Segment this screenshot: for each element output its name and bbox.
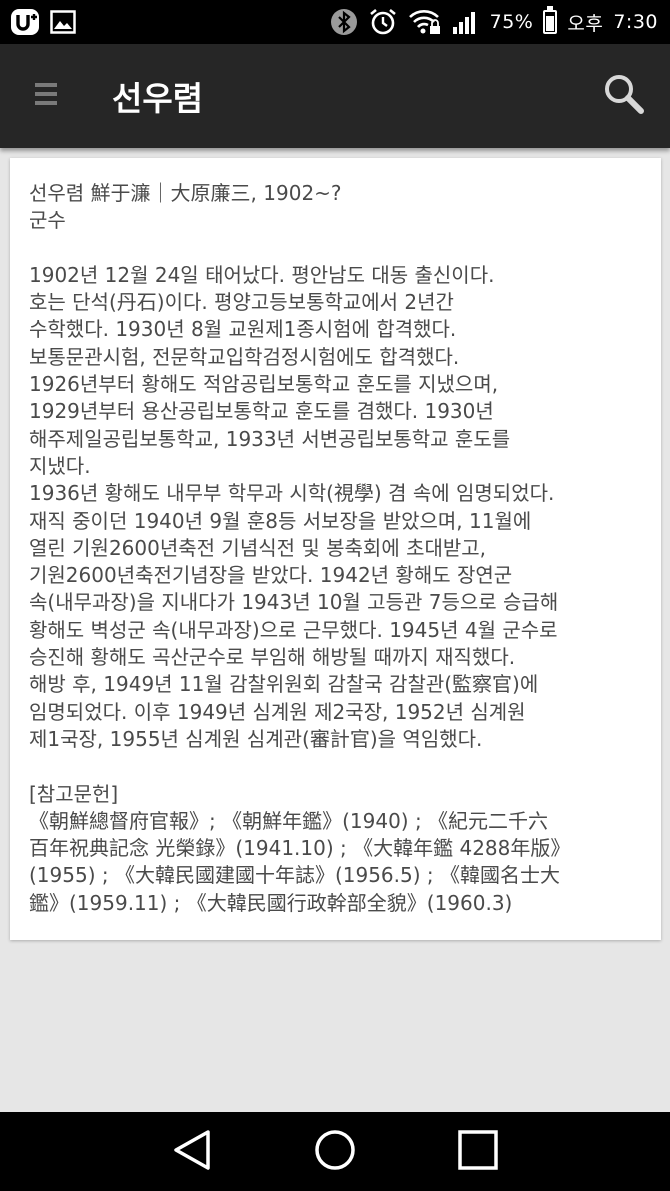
recents-square-icon xyxy=(457,1129,499,1175)
battery-percent: 75% xyxy=(489,11,534,33)
text-line: 1902년 12월 24일 태어났다. 평안남도 대동 출신이다. xyxy=(29,262,495,287)
hamburger-menu-icon xyxy=(35,80,57,112)
article-body: 1902년 12월 24일 태어났다. 평안남도 대동 출신이다. 호는 단석(丹… xyxy=(29,262,643,753)
text-line: 임명되었다. 이후 1949년 심계원 제2국장, 1952년 심계원 xyxy=(29,699,526,724)
bluetooth-icon xyxy=(330,8,358,36)
text-line: 기원2600년축전기념장을 받았다. 1942년 황해도 장연군 xyxy=(29,563,513,588)
text-line: 속(내무과장)을 지내다가 1943년 10월 고등관 7등으로 승급해 xyxy=(29,590,559,615)
text-line: 1926년부터 황해도 적암공립보통학교 훈도를 지냈으며, xyxy=(29,372,499,397)
text-line: 황해도 벽성군 속(내무과장)으로 근무했다. 1945년 4월 군수로 xyxy=(29,617,558,642)
status-bar: 75% 오후 7:30 xyxy=(0,0,670,44)
battery-icon xyxy=(543,6,558,34)
wifi-lock-icon xyxy=(408,9,442,35)
text-line: 호는 단석(丹石)이다. 평양고등보통학교에서 2년간 xyxy=(29,290,454,315)
references-list: 《朝鮮總督府官報》; 《朝鮮年鑑》(1940) ; 《紀元二千六 百年祝典記念 光… xyxy=(29,808,643,917)
page-title: 선우렴 xyxy=(112,79,204,118)
text-line: 제1국장, 1955년 심계원 심계관(審計官)을 역임했다. xyxy=(29,726,483,751)
text-line: 해방 후, 1949년 11월 감찰위원회 감찰국 감찰관(監察官)에 xyxy=(29,672,539,697)
text-line: 百年祝典記念 光榮錄》(1941.10) ; 《大韓年鑑 4288年版》 xyxy=(29,836,571,861)
text-line: 1929년부터 용산공립보통학교 훈도를 겸했다. 1930년 xyxy=(29,399,494,424)
menu-button[interactable] xyxy=(0,44,92,148)
battery-level xyxy=(546,16,555,31)
references-heading: [참고문헌] xyxy=(29,781,119,806)
status-left xyxy=(10,8,76,36)
signal-icon xyxy=(452,9,480,35)
text-line: 1936년 황해도 내무부 학무과 시학(視學) 겸 속에 임명되었다. xyxy=(29,481,555,506)
article-header: 선우렴 鮮于濂｜大原廉三, 1902~? xyxy=(29,181,342,205)
search-button[interactable] xyxy=(578,44,670,148)
text-line: 열린 기원2600년축전 기념식전 및 봉축회에 초대받고, xyxy=(29,535,487,560)
text-line: 《朝鮮總督府官報》; 《朝鮮年鑑》(1940) ; 《紀元二千六 xyxy=(29,808,549,833)
text-line: (1955) ; 《大韓民國建國十年誌》(1956.5) ; 《韓國名士大 xyxy=(29,863,560,888)
navigation-bar xyxy=(0,1112,670,1191)
text-line: 보통문관시험, 전문학교입학검정시험에도 합격했다. xyxy=(29,344,460,369)
text-line: 수학했다. 1930년 8월 교원제1종시험에 합격했다. xyxy=(29,317,457,342)
back-button[interactable] xyxy=(162,1122,222,1182)
app-bar: 선우렴 xyxy=(0,44,670,148)
back-triangle-icon xyxy=(172,1128,212,1176)
text-line: 鑑》(1959.11) ; 《大韓民國行政幹部全貌》(1960.3) xyxy=(29,890,513,915)
text-line: 재직 중이던 1940년 9월 훈8등 서보장을 받았으며, 11월에 xyxy=(29,508,532,533)
image-notification-icon xyxy=(50,10,76,34)
ampm-label: 오후 xyxy=(567,12,604,35)
text-line: 해주제일공립보통학교, 1933년 서변공립보통학교 훈도를 xyxy=(29,426,511,451)
text-line: 지냈다. xyxy=(29,453,91,478)
carrier-u-plus-icon xyxy=(10,8,40,36)
home-button[interactable] xyxy=(305,1122,365,1182)
alarm-icon xyxy=(368,7,398,37)
home-circle-icon xyxy=(313,1128,357,1176)
status-right: 75% 오후 7:30 xyxy=(330,6,658,37)
article-occupation: 군수 xyxy=(29,208,66,233)
search-icon xyxy=(602,72,646,120)
text-line: 승진해 황해도 곡산군수로 부임해 해방될 때까지 재직했다. xyxy=(29,645,516,670)
recents-button[interactable] xyxy=(448,1122,508,1182)
article-card: 선우렴 鮮于濂｜大原廉三, 1902~? 군수 1902년 12월 24일 태어… xyxy=(10,158,661,940)
clock-time: 7:30 xyxy=(613,11,658,33)
